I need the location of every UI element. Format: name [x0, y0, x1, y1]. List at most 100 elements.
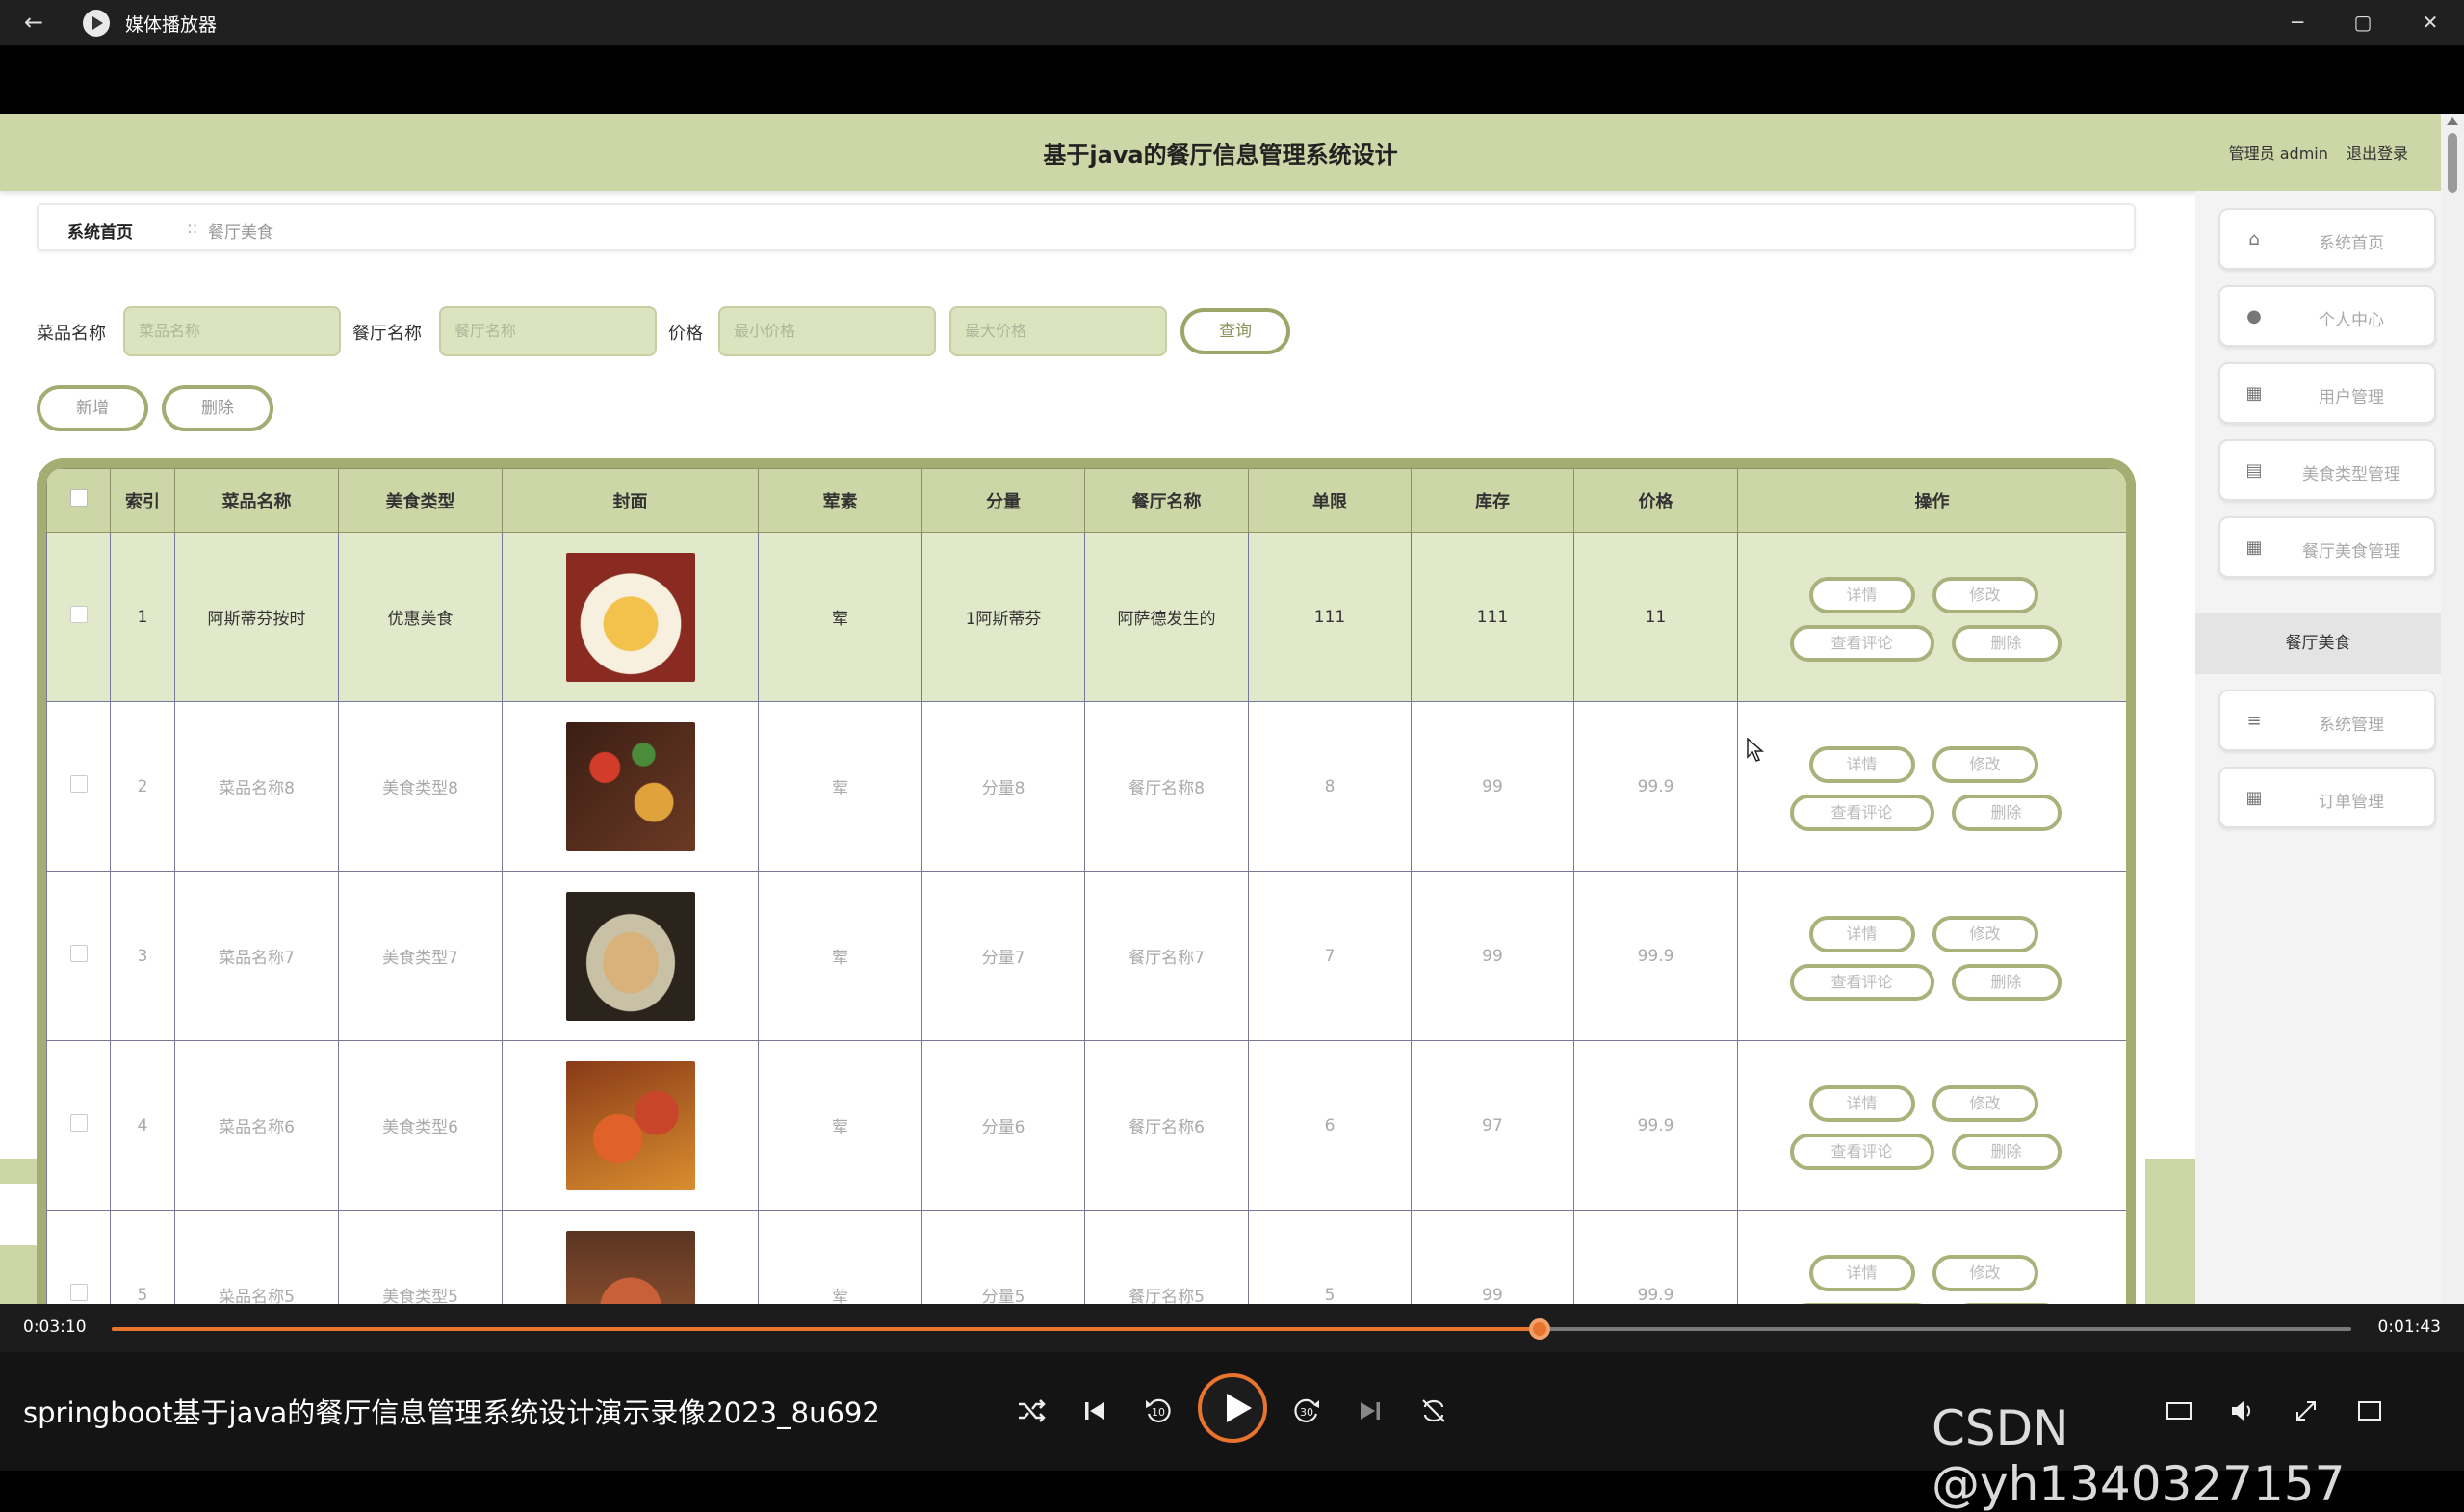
detail-button[interactable]: 详情	[1808, 745, 1915, 783]
elapsed-time: 0:03:10	[23, 1317, 87, 1337]
sidebar-item-personal[interactable]: ● 个人中心	[2218, 285, 2436, 347]
cell-stock: 97	[1411, 1040, 1574, 1211]
sidebar-item-users[interactable]: ▦ 用户管理	[2218, 362, 2436, 424]
right-sidebar: ⌂ 系统首页 ● 个人中心 ▦ 用户管理 ▤ 美食类型管理 ▦ 餐厅美食管理 餐…	[2195, 191, 2441, 1304]
query-button[interactable]: 查询	[1180, 308, 1290, 354]
repeat-off-icon[interactable]	[1417, 1395, 1450, 1427]
cell-stock: 99	[1411, 1210, 1574, 1304]
table-row: 4 菜品名称6 美食类型6 荤分量6 餐厅名称6 6 97 99.9 详情 修改 查看评论 删除	[46, 1040, 2126, 1211]
cover-cell	[502, 532, 759, 702]
row-delete-button[interactable]: 删除	[1951, 794, 2062, 831]
row-delete-button[interactable]: 删除	[1951, 624, 2062, 662]
edit-button[interactable]: 修改	[1932, 1254, 2038, 1291]
row-actions: 详情修改查看评论删除	[1788, 569, 2077, 665]
edit-button[interactable]: 修改	[1932, 915, 2038, 952]
back-arrow-icon[interactable]: ←	[19, 8, 48, 37]
row-actions-cell: 详情修改查看评论删除	[1737, 1210, 2126, 1304]
row-delete-button[interactable]: 删除	[1951, 963, 2062, 1001]
breadcrumb-home[interactable]: 系统首页	[67, 219, 133, 243]
close-icon[interactable]: ✕	[2401, 4, 2459, 40]
forward-30-icon[interactable]: 30	[1290, 1395, 1323, 1427]
add-button[interactable]: 新增	[37, 385, 148, 431]
rewind-10-icon[interactable]: 10	[1142, 1395, 1175, 1427]
scrollbar-thumb[interactable]	[2448, 133, 2457, 193]
sidebar-item-system[interactable]: ≡ 系统管理	[2218, 690, 2436, 751]
detail-button[interactable]: 详情	[1808, 1084, 1915, 1122]
column-header: 封面	[502, 468, 759, 533]
cell-name: 菜品名称8	[174, 701, 339, 872]
select-all-checkbox[interactable]	[69, 489, 88, 507]
cell-restaurant: 餐厅名称5	[1084, 1210, 1249, 1304]
cell-price: 99.9	[1573, 701, 1738, 872]
detail-button[interactable]: 详情	[1808, 915, 1915, 952]
cell-stock: 99	[1411, 871, 1574, 1041]
admin-user-label: 管理员 admin	[2228, 144, 2328, 163]
row-select-cell	[46, 1040, 111, 1211]
logout-link[interactable]: 退出登录	[2347, 144, 2408, 163]
cell-limit: 111	[1248, 532, 1412, 702]
view-reviews-button[interactable]: 查看评论	[1789, 1133, 1934, 1170]
grid-icon: ▦	[2245, 383, 2263, 404]
detail-button[interactable]: 详情	[1808, 1254, 1915, 1291]
row-checkbox[interactable]	[69, 945, 88, 962]
sidebar-item-orders[interactable]: ▦ 订单管理	[2218, 767, 2436, 828]
row-delete-button[interactable]: 删除	[1951, 1133, 2062, 1170]
edit-button[interactable]: 修改	[1932, 745, 2038, 783]
row-actions-cell: 详情修改查看评论删除	[1737, 532, 2126, 702]
column-header: 菜品名称	[174, 468, 339, 533]
row-checkbox[interactable]	[69, 1284, 88, 1301]
column-header: 库存	[1411, 468, 1574, 533]
sidebar-item-home[interactable]: ⌂ 系统首页	[2218, 208, 2436, 270]
sidebar-item-food-types[interactable]: ▤ 美食类型管理	[2218, 439, 2436, 501]
restaurant-name-input[interactable]: 餐厅名称	[439, 306, 657, 356]
detail-button[interactable]: 详情	[1808, 576, 1915, 613]
table-row: 3 菜品名称7 美食类型7 荤分量7 餐厅名称7 7 99 99.9 详情 修改 查看评论 删除	[46, 871, 2126, 1041]
previous-icon[interactable]	[1078, 1395, 1111, 1427]
sidebar-item-label: 餐厅美食管理	[2302, 542, 2400, 561]
cell-portion: 分量7	[921, 871, 1085, 1041]
cell-type: 美食类型7	[338, 871, 503, 1041]
sidebar-item-food-management[interactable]: ▦ 餐厅美食管理	[2218, 516, 2436, 578]
view-reviews-button[interactable]: 查看评论	[1789, 963, 1934, 1001]
cell-price: 99.9	[1573, 1210, 1738, 1304]
row-checkbox[interactable]	[69, 606, 88, 623]
home-icon: ⌂	[2248, 229, 2260, 249]
row-checkbox[interactable]	[69, 775, 88, 793]
page-scrollbar[interactable]	[2441, 114, 2464, 1304]
max-price-input[interactable]: 最大价格	[949, 306, 1167, 356]
min-price-input[interactable]: 最小价格	[718, 306, 936, 356]
batch-delete-button[interactable]: 删除	[162, 385, 273, 431]
watermark-text: CSDN @yh1340327157	[1932, 1400, 2346, 1512]
scroll-up-icon[interactable]	[2447, 117, 2458, 125]
column-header: 价格	[1573, 468, 1738, 533]
sidebar-item-restaurant-food[interactable]: 餐厅美食	[2195, 613, 2441, 674]
progress-knob[interactable]	[1528, 1318, 1550, 1340]
row-actions: 详情修改查看评论删除	[1788, 908, 2077, 1004]
column-header: 分量	[921, 468, 1085, 533]
row-select-cell	[46, 701, 111, 872]
row-actions: 详情修改查看评论删除	[1788, 1247, 2077, 1304]
dish-name-input[interactable]: 菜品名称	[123, 306, 341, 356]
shuffle-icon[interactable]	[1015, 1395, 1048, 1427]
cell-type: 美食类型5	[338, 1210, 503, 1304]
view-reviews-button[interactable]: 查看评论	[1789, 794, 1934, 831]
window-titlebar: ← 媒体播放器 ─ ▢ ✕	[0, 0, 2464, 45]
sidebar-item-label: 系统管理	[2319, 716, 2384, 735]
progress-track[interactable]	[112, 1318, 2351, 1340]
breadcrumb: 系统首页 :: 餐厅美食	[37, 203, 2136, 251]
dish-name-label: 菜品名称	[37, 324, 106, 344]
edit-button[interactable]: 修改	[1932, 1084, 2038, 1122]
food-cover-image	[565, 552, 695, 682]
edit-button[interactable]: 修改	[1932, 576, 2038, 613]
maximize-icon[interactable]: ▢	[2334, 4, 2392, 40]
row-checkbox[interactable]	[69, 1114, 88, 1132]
play-button[interactable]	[1198, 1373, 1267, 1443]
column-header: 单限	[1248, 468, 1412, 533]
next-icon[interactable]	[1354, 1395, 1387, 1427]
cell-limit: 7	[1248, 871, 1412, 1041]
breadcrumb-current: 餐厅美食	[208, 223, 273, 243]
view-reviews-button[interactable]: 查看评论	[1789, 624, 1934, 662]
row-actions-cell: 详情修改查看评论删除	[1737, 701, 2126, 872]
minimize-icon[interactable]: ─	[2269, 4, 2326, 40]
menu-icon: ≡	[2246, 711, 2262, 731]
